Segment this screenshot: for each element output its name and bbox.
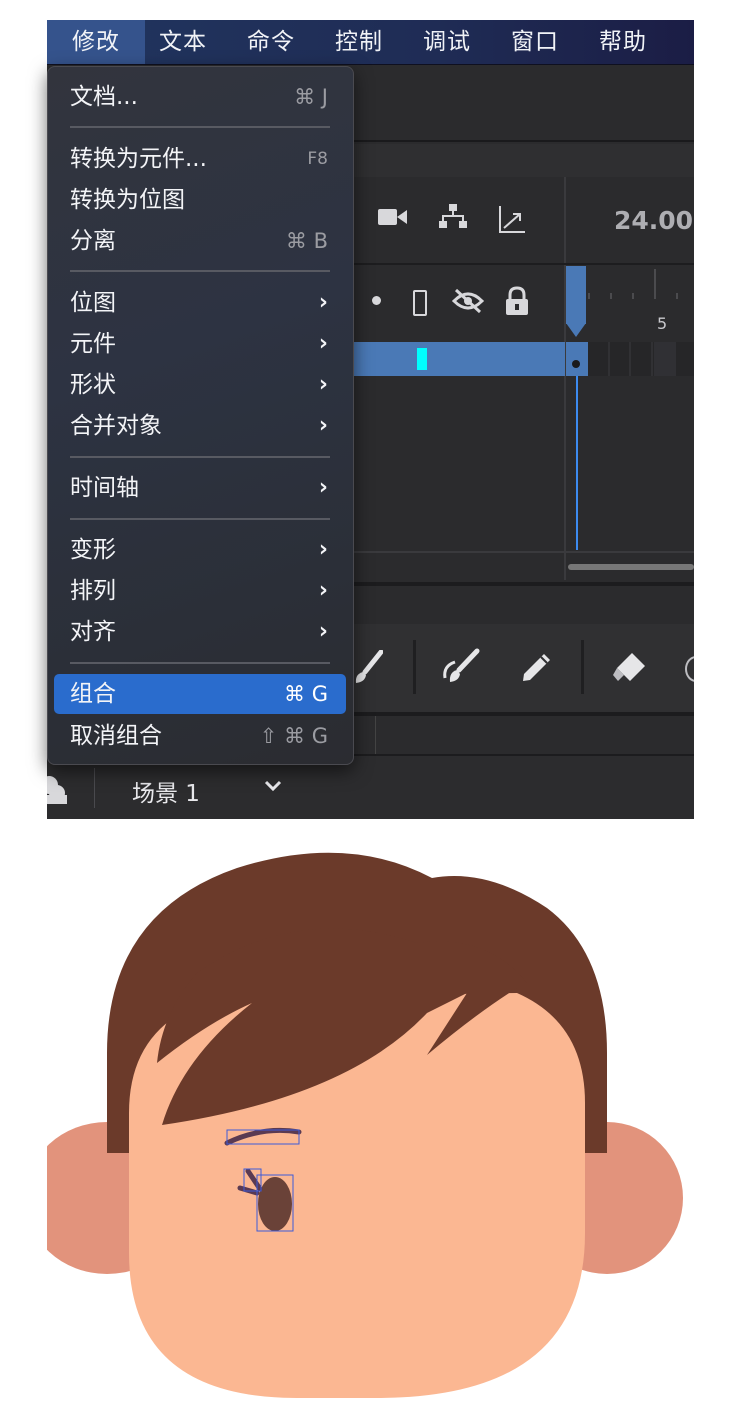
menu-item-combine-objects[interactable]: 合并对象 › — [54, 406, 346, 446]
chevron-right-icon: › — [318, 619, 328, 644]
menu-help[interactable]: 帮助 — [585, 20, 661, 64]
menu-debug[interactable]: 调试 — [409, 20, 485, 64]
menu-item-break-apart[interactable]: 分离 ⌘ B — [54, 221, 346, 261]
timeline-divider — [564, 177, 566, 580]
menu-item-transform[interactable]: 变形 › — [54, 530, 346, 570]
menu-item-shape[interactable]: 形状 › — [54, 365, 346, 405]
menu-item-label: 转换为元件... — [70, 146, 207, 172]
menu-commands[interactable]: 命令 — [233, 20, 309, 64]
shortcut: ⇧ ⌘ G — [259, 724, 328, 748]
chevron-down-icon[interactable] — [263, 778, 283, 797]
eye[interactable] — [258, 1177, 292, 1231]
panel-header — [352, 586, 694, 624]
shortcut: ⌘ B — [285, 229, 328, 253]
pencil-icon[interactable] — [520, 650, 554, 688]
menu-item-label: 形状 — [70, 372, 116, 398]
menu-item-label: 合并对象 — [70, 413, 162, 439]
menu-item-bitmap[interactable]: 位图 › — [54, 283, 346, 323]
toolbar-strip — [352, 65, 694, 140]
playhead-handle[interactable] — [566, 266, 586, 324]
chevron-right-icon: › — [318, 290, 328, 315]
menu-item-label: 位图 — [70, 290, 116, 316]
panel-tab-row — [352, 144, 694, 177]
chevron-right-icon: › — [318, 331, 328, 356]
menu-item-label: 组合 — [70, 681, 116, 707]
menu-item-label: 文档... — [70, 84, 138, 110]
chevron-right-icon: › — [318, 372, 328, 397]
tool-divider — [581, 640, 584, 694]
menu-separator — [70, 456, 330, 458]
menu-item-symbol[interactable]: 元件 › — [54, 324, 346, 364]
menu-separator — [70, 518, 330, 520]
scene-divider — [94, 768, 95, 808]
scene-name[interactable]: 场景 1 — [132, 774, 200, 808]
menu-modify[interactable]: 修改 — [47, 20, 145, 64]
playhead-pointer — [566, 323, 586, 337]
chevron-right-icon: › — [318, 537, 328, 562]
menu-item-label: 对齐 — [70, 619, 116, 645]
menu-bar: 修改 文本 命令 控制 调试 窗口 帮助 — [47, 20, 694, 65]
menu-item-label: 转换为位图 — [70, 187, 185, 213]
menu-item-convert-to-bitmap[interactable]: 转换为位图 — [54, 180, 346, 220]
menu-item-label: 取消组合 — [70, 723, 162, 749]
modify-dropdown-menu: 文档... ⌘ J 转换为元件... F8 转换为位图 分离 ⌘ B 位图 › … — [47, 66, 354, 765]
frame-number: 5 — [657, 314, 668, 333]
menu-text[interactable]: 文本 — [145, 20, 221, 64]
hide-icon[interactable] — [451, 288, 485, 318]
frame-ruler[interactable] — [567, 265, 694, 340]
brush-icon[interactable] — [353, 649, 384, 688]
shortcut: F8 — [307, 149, 328, 169]
divider — [352, 551, 694, 553]
menu-separator — [70, 270, 330, 272]
lock-icon[interactable] — [504, 286, 530, 320]
fps-cursor — [684, 206, 694, 220]
menu-item-arrange[interactable]: 排列 › — [54, 571, 346, 611]
stage-canvas[interactable] — [25, 823, 697, 1413]
camera-icon[interactable] — [378, 205, 408, 235]
menu-item-document[interactable]: 文档... ⌘ J — [54, 77, 346, 117]
shortcut: ⌘ G — [284, 682, 328, 706]
menu-item-convert-to-symbol[interactable]: 转换为元件... F8 — [54, 139, 346, 179]
menu-item-align[interactable]: 对齐 › — [54, 612, 346, 652]
layer-hierarchy-icon[interactable] — [439, 204, 467, 237]
menu-item-label: 排列 — [70, 578, 116, 604]
frame-cells[interactable] — [566, 342, 694, 376]
menu-control[interactable]: 控制 — [321, 20, 397, 64]
menu-item-label: 分离 — [70, 228, 116, 254]
shortcut: ⌘ J — [294, 85, 328, 109]
fluid-brush-icon[interactable] — [441, 648, 481, 688]
playhead-line — [576, 376, 578, 550]
chevron-right-icon: › — [318, 413, 328, 438]
divider — [352, 140, 694, 142]
menu-item-ungroup[interactable]: 取消组合 ⇧ ⌘ G — [54, 716, 346, 756]
fps-readout[interactable]: 24.00 — [614, 206, 693, 235]
dot-icon[interactable] — [372, 296, 381, 305]
chevron-right-icon: › — [318, 475, 328, 500]
eraser-icon[interactable] — [612, 650, 648, 688]
panel-header — [352, 716, 694, 754]
outline-icon[interactable] — [413, 290, 427, 316]
menu-item-label: 时间轴 — [70, 475, 139, 501]
menu-item-timeline[interactable]: 时间轴 › — [54, 468, 346, 508]
selected-layer-row[interactable] — [352, 342, 565, 376]
graph-icon[interactable] — [498, 206, 526, 241]
menu-item-label: 元件 — [70, 331, 116, 357]
layer-color-swatch[interactable] — [417, 348, 427, 370]
menu-item-label: 变形 — [70, 537, 116, 563]
panel-tab-divider — [375, 716, 376, 754]
chevron-right-icon: › — [318, 578, 328, 603]
timeline-scrollbar[interactable] — [568, 564, 694, 570]
menu-item-group[interactable]: 组合 ⌘ G — [54, 674, 346, 714]
menu-separator — [70, 126, 330, 128]
tool-divider — [413, 640, 416, 694]
menu-window[interactable]: 窗口 — [497, 20, 573, 64]
scene-symbol-icon[interactable] — [47, 775, 69, 809]
menu-separator — [70, 662, 330, 664]
